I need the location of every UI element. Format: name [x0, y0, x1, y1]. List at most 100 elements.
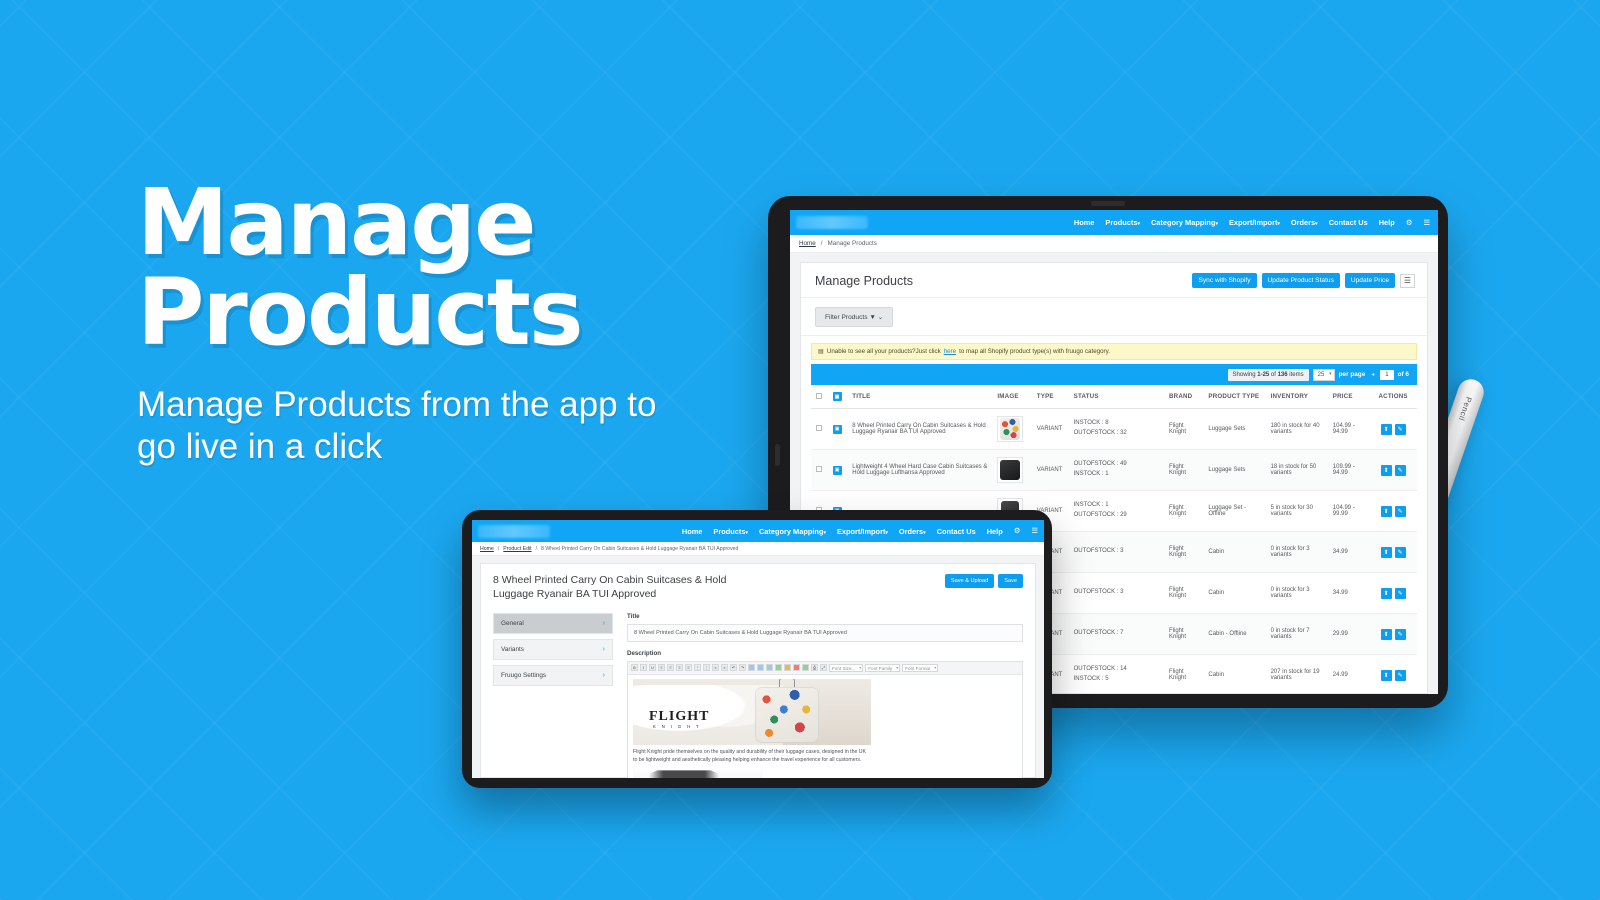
row-checkbox[interactable]	[816, 425, 822, 431]
anchor-icon[interactable]	[766, 664, 773, 672]
nav-item-export-import[interactable]: Export/Import▾	[1229, 218, 1280, 227]
update-price-button[interactable]: Update Price	[1344, 273, 1395, 288]
hamburger-menu-icon[interactable]: ☰	[1423, 218, 1430, 226]
superscript-icon[interactable]: x	[721, 664, 728, 672]
edit-action-icon[interactable]: ✎	[1394, 669, 1406, 681]
nav-item-help[interactable]: Help	[1379, 218, 1395, 227]
bullet-list-icon[interactable]: ⋮	[694, 664, 701, 672]
edit-action-icon[interactable]: ✎	[1394, 423, 1406, 435]
cell-image	[992, 449, 1032, 491]
upload-action-icon[interactable]: ⬆	[1380, 669, 1392, 681]
image-icon[interactable]	[784, 664, 791, 672]
row-status-icon[interactable]: ▣	[832, 424, 842, 434]
page-title: Manage Products	[815, 273, 913, 288]
tab-general[interactable]: General ›	[493, 612, 613, 634]
title-input[interactable]: 8 Wheel Printed Carry On Cabin Suitcases…	[627, 623, 1023, 642]
nav2-item-help[interactable]: Help	[987, 527, 1003, 536]
underline-icon[interactable]: U	[649, 664, 656, 672]
page-number-input[interactable]: 1	[1380, 369, 1394, 380]
product-thumbnail[interactable]	[997, 416, 1024, 442]
gear-icon-2[interactable]: ⚙	[1014, 527, 1021, 535]
cell-product-type: Cabin - Offline	[1203, 613, 1266, 655]
update-product-status-button[interactable]: Update Product Status	[1261, 273, 1340, 288]
upload-action-icon[interactable]: ⬆	[1380, 464, 1392, 476]
link-icon[interactable]	[748, 664, 755, 672]
align-left-icon[interactable]: ≡	[658, 664, 665, 672]
nav2-item-export-import[interactable]: Export/Import▾	[837, 527, 888, 536]
subscript-icon[interactable]: x	[712, 664, 719, 672]
gear-icon[interactable]: ⚙	[1406, 218, 1413, 226]
th-brand: BRAND	[1164, 385, 1204, 409]
bold-icon[interactable]: B	[631, 664, 638, 672]
nav-item-products[interactable]: Products▾	[1105, 218, 1140, 227]
product-thumbnail[interactable]	[997, 457, 1024, 483]
table-icon[interactable]	[775, 664, 782, 672]
table-row[interactable]: ▣ 8 Wheel Printed Carry On Cabin Suitcase…	[811, 408, 1417, 450]
prev-page-icon[interactable]: ◂	[1369, 371, 1376, 378]
banner-here-link[interactable]: here	[944, 348, 956, 355]
filter-products-button[interactable]: Filter Products ▼ ⌄	[815, 307, 894, 327]
media-icon[interactable]	[793, 664, 800, 672]
redo-icon[interactable]: ↷	[739, 664, 746, 672]
bulk-action-icon[interactable]: ▣	[832, 392, 842, 401]
nav-item-category-mapping[interactable]: Category Mapping▾	[1151, 218, 1218, 227]
unlink-icon[interactable]	[757, 664, 764, 672]
fullscreen-icon[interactable]: ⤢	[820, 664, 827, 672]
breadcrumb2-home[interactable]: Home	[480, 546, 494, 552]
source-code-icon[interactable]	[802, 664, 809, 672]
tab-fruugo-settings[interactable]: Fruugo Settings ›	[493, 664, 613, 686]
chevron-down-icon: ⌄	[877, 314, 884, 321]
hamburger-menu-icon-2[interactable]: ☰	[1031, 527, 1038, 535]
upload-action-icon[interactable]: ⬆	[1380, 628, 1392, 640]
numbered-list-icon[interactable]: ⋮	[703, 664, 710, 672]
nav2-item-category-mapping[interactable]: Category Mapping▾	[759, 527, 826, 536]
breadcrumb-home[interactable]: Home	[799, 240, 816, 247]
upload-action-icon[interactable]: ⬆	[1380, 423, 1392, 435]
edit-action-icon[interactable]: ✎	[1394, 628, 1406, 640]
font-family-select[interactable]: Font Family	[865, 663, 901, 672]
row-checkbox[interactable]	[816, 466, 822, 472]
edit-action-icon[interactable]: ✎	[1394, 464, 1406, 476]
print-icon[interactable]: ⎙	[811, 664, 818, 672]
font-format-select[interactable]: Font Format	[902, 663, 939, 672]
edit-action-icon[interactable]: ✎	[1394, 505, 1406, 517]
status-line-1: OUTOFSTOCK : 3	[1073, 589, 1124, 596]
rte-content[interactable]: FLIGHT K N I G H T Flight Knight pride t…	[628, 674, 1022, 778]
italic-icon[interactable]: I	[640, 664, 647, 672]
cell-actions: ⬆ ✎	[1369, 613, 1417, 655]
nav2-item-contact-us[interactable]: Contact Us	[937, 527, 976, 536]
upload-action-icon[interactable]: ⬆	[1380, 587, 1392, 599]
font-size-select[interactable]: Font Size...	[829, 663, 864, 672]
breadcrumb2-product-edit[interactable]: Product Edit	[503, 546, 531, 552]
select-all-checkbox[interactable]	[816, 392, 822, 399]
align-justify-icon[interactable]: ≡	[685, 664, 692, 672]
edit-action-icon[interactable]: ✎	[1394, 587, 1406, 599]
list-view-icon[interactable]: ☰	[1400, 273, 1415, 288]
nav-item-contact-us[interactable]: Contact Us	[1329, 218, 1368, 227]
undo-icon[interactable]: ↶	[730, 664, 737, 672]
nav-item-orders[interactable]: Orders▾	[1291, 218, 1318, 227]
upload-action-icon[interactable]: ⬆	[1380, 546, 1392, 558]
cell-product-type: Cabin	[1203, 654, 1266, 694]
nav-item-home[interactable]: Home	[1074, 218, 1095, 227]
save-button[interactable]: Save	[998, 574, 1023, 588]
nav2-item-orders[interactable]: Orders▾	[899, 527, 926, 536]
card-header: Manage Products Sync with Shopify Update…	[801, 263, 1427, 298]
align-right-icon[interactable]: ≡	[676, 664, 683, 672]
th-product-type: PRODUCT TYPE	[1203, 385, 1266, 409]
nav2-item-products[interactable]: Products▾	[713, 527, 748, 536]
align-center-icon[interactable]: ≡	[667, 664, 674, 672]
save-and-upload-button[interactable]: Save & Upload	[944, 574, 995, 588]
hero-section: Manage Products Manage Products from the…	[137, 177, 777, 467]
table-row[interactable]: ▣ Lightweight 4 Wheel Hard Case Cabin Sui…	[811, 449, 1417, 491]
edit-action-icon[interactable]: ✎	[1394, 546, 1406, 558]
per-page-select[interactable]: 25	[1312, 368, 1335, 381]
sync-with-shopify-button[interactable]: Sync with Shopify	[1192, 273, 1257, 288]
tab-variants[interactable]: Variants ›	[493, 638, 613, 660]
app-logo[interactable]	[796, 216, 868, 229]
cell-brand: Flight Knight	[1164, 531, 1204, 573]
upload-action-icon[interactable]: ⬆	[1380, 505, 1392, 517]
app-logo-2[interactable]	[478, 524, 550, 538]
row-status-icon[interactable]: ▣	[832, 465, 842, 475]
nav2-item-home[interactable]: Home	[682, 527, 703, 536]
